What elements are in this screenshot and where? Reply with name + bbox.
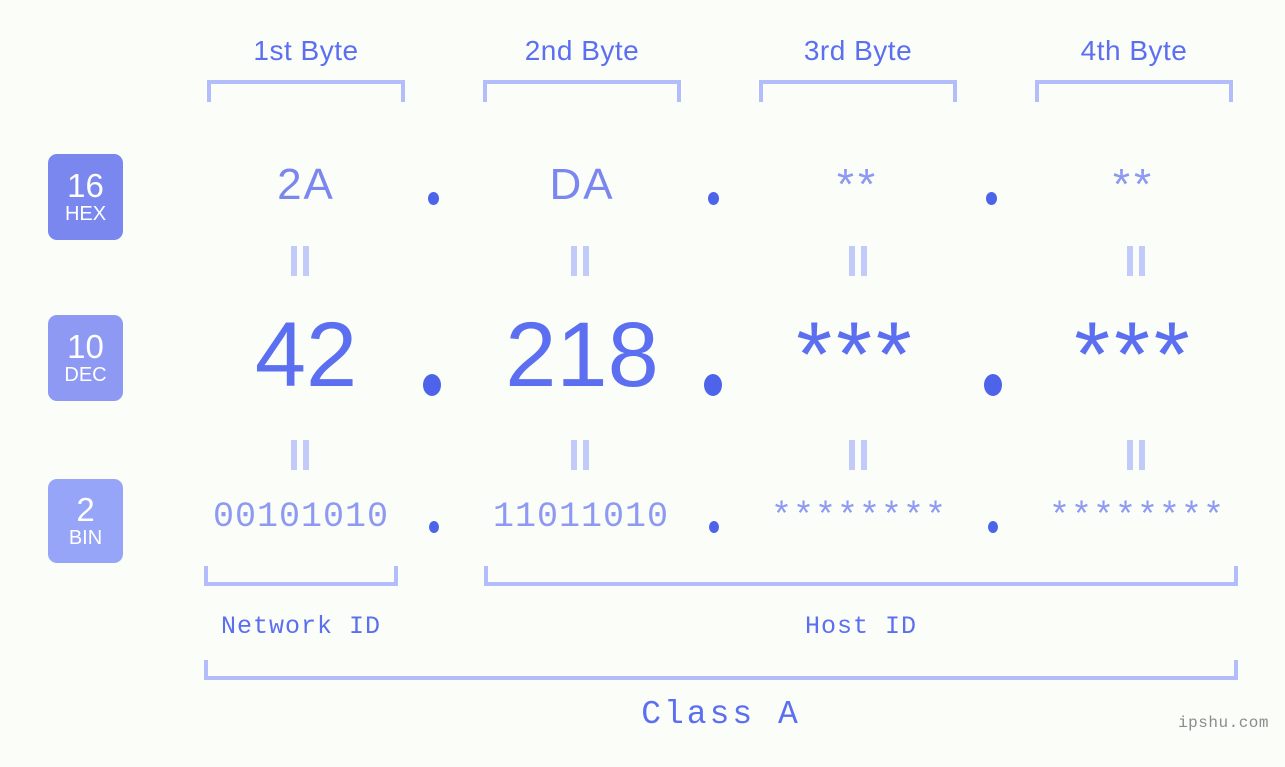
watermark: ipshu.com	[1178, 714, 1269, 732]
byte-header-label-3: 3rd Byte	[803, 35, 913, 66]
class-bracket	[204, 660, 1238, 680]
network-id-bracket	[204, 566, 398, 586]
dec-octet-2: 218	[505, 304, 659, 406]
equals-connector-hex-dec-1	[288, 246, 314, 276]
hex-separator-dot-2	[708, 192, 719, 205]
dec-octet-1: 42	[254, 304, 358, 406]
equals-connector-hex-dec-3	[846, 246, 872, 276]
base-badge-hex-number: 16	[67, 167, 104, 204]
ip-address-breakdown-diagram: 1st Byte 2nd Byte 3rd Byte 4th Byte 16 H…	[0, 0, 1285, 767]
equals-connector-dec-bin-1	[288, 440, 314, 470]
bin-octet-4: ********	[1048, 497, 1226, 537]
host-id-bracket	[484, 566, 1238, 586]
byte-bracket-4	[1035, 80, 1233, 102]
hex-separator-dot-3	[986, 192, 997, 205]
base-badge-bin-number: 2	[76, 491, 95, 528]
base-badge-dec-abbr: DEC	[64, 364, 107, 386]
byte-bracket-3	[759, 80, 957, 102]
dec-octet-4: ***	[1074, 304, 1194, 406]
equals-connector-hex-dec-4	[1124, 246, 1150, 276]
hex-octet-4: **	[1112, 160, 1156, 209]
byte-bracket-1	[207, 80, 405, 102]
byte-header-label-2: 2nd Byte	[524, 35, 640, 66]
base-badge-bin-abbr: BIN	[68, 527, 103, 549]
base-badge-bin: 2 BIN	[48, 479, 123, 563]
base-badge-hex-abbr: HEX	[64, 203, 107, 225]
equals-connector-dec-bin-4	[1124, 440, 1150, 470]
byte-header-label-1: 1st Byte	[253, 35, 359, 66]
class-label: Class A	[641, 696, 801, 733]
hex-octet-1: 2A	[277, 160, 335, 209]
dec-separator-dot-3	[984, 374, 1002, 396]
bin-octet-3: ********	[770, 497, 948, 537]
equals-connector-hex-dec-2	[568, 246, 594, 276]
bin-separator-dot-3	[988, 521, 998, 533]
bin-octet-1: 00101010	[212, 497, 390, 537]
base-badge-hex: 16 HEX	[48, 154, 123, 240]
bin-octet-2: 11011010	[492, 497, 670, 537]
network-id-label: Network ID	[220, 612, 382, 641]
byte-header-label-4: 4th Byte	[1080, 35, 1188, 66]
byte-bracket-2	[483, 80, 681, 102]
bin-separator-dot-2	[709, 521, 719, 533]
equals-connector-dec-bin-2	[568, 440, 594, 470]
dec-octet-3: ***	[796, 304, 916, 406]
equals-connector-dec-bin-3	[846, 440, 872, 470]
hex-octet-3: **	[836, 160, 880, 209]
hex-octet-2: DA	[549, 160, 615, 209]
host-id-label: Host ID	[804, 612, 918, 641]
dec-separator-dot-2	[704, 374, 722, 396]
base-badge-dec-number: 10	[67, 328, 104, 365]
base-badge-dec: 10 DEC	[48, 315, 123, 401]
bin-separator-dot-1	[429, 521, 439, 533]
hex-separator-dot-1	[428, 192, 439, 205]
dec-separator-dot-1	[423, 374, 441, 396]
